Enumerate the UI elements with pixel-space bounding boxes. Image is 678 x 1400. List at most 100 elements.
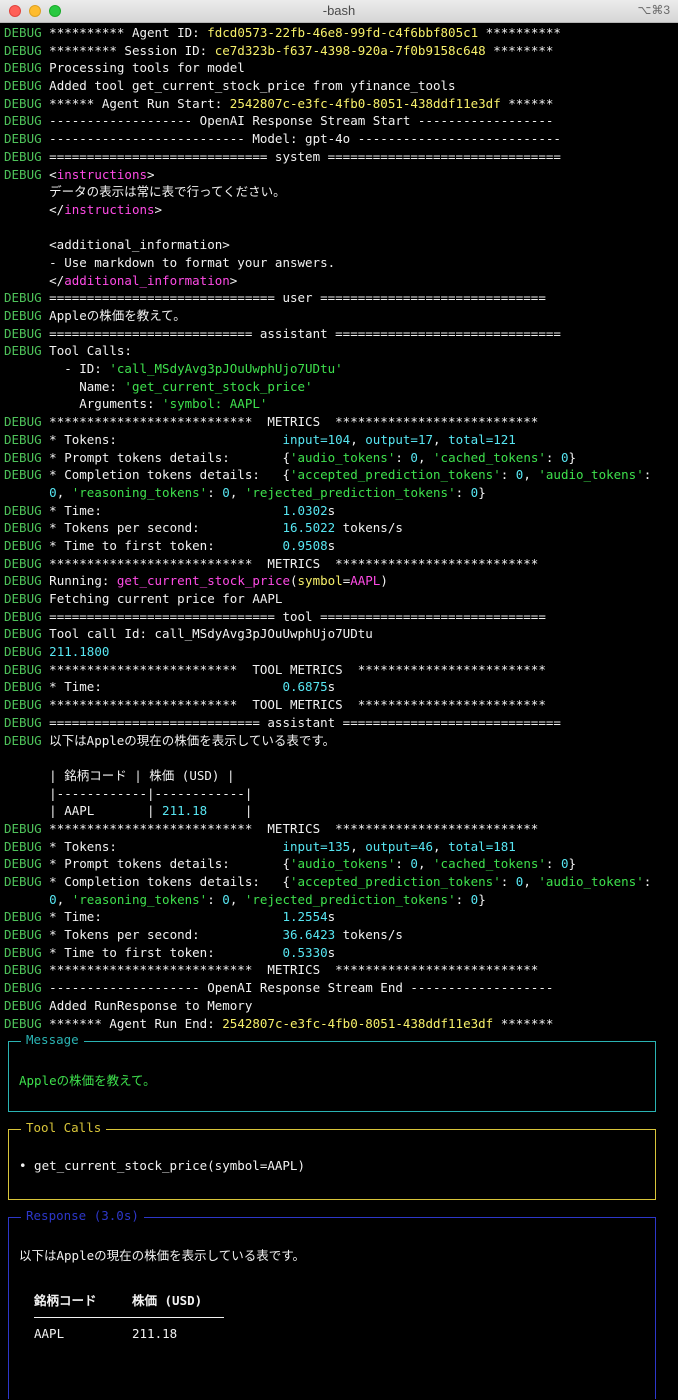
debug-tag: DEBUG [4,431,42,447]
log-text: tokens/s [335,927,403,943]
debug-tag: DEBUG [4,414,42,430]
log-text: Tool call Id: call_MSdyAvg3pJOuUwphUjo7U… [41,626,373,642]
log-text: : [207,891,223,907]
log-text: 'symbol: AAPL' [162,396,268,412]
log-text: 'cached_tokens' [433,856,546,872]
log-text: output=17 [365,431,433,447]
log-text: : [455,484,471,500]
log-line: 0, 'reasoning_tokens': 0, 'rejected_pred… [4,891,678,909]
log-line: </instructions> [4,201,678,219]
log-text: 'rejected_prediction_tokens' [244,484,456,500]
debug-tag: DEBUG [4,131,42,147]
log-text: *************************** METRICS ****… [41,414,539,430]
log-text: : [643,874,652,889]
log-text: | [207,803,253,819]
log-text: *************************** METRICS ****… [41,962,539,978]
log-line: DEBUG ============================== too… [4,608,678,626]
log-text: : [395,449,411,465]
response-table: 銘柄コード 株価 (USD) AAPL 211.18 [34,1290,224,1341]
log-text: , [523,467,539,483]
debug-tag: DEBUG [4,697,42,713]
log-text: 0 [560,449,569,465]
log-line: DEBUG ============================== use… [4,289,678,307]
log-text: instructions [64,201,155,217]
log-line: |------------|------------| [4,785,678,803]
log-line: DEBUG Added tool get_current_stock_price… [4,77,678,95]
log-line: データの表示は常に表で行ってください。 [4,183,678,201]
log-text: |------------|------------| [4,785,253,801]
response-panel: Response (3.0s) 以下はAppleの現在の株価を表示している表です… [8,1208,656,1399]
log-text: ********** Agent ID: [41,25,208,40]
log-text: AAPL [350,573,381,589]
log-line: DEBUG ****** Agent Run Start: 2542807c-e… [4,95,678,113]
debug-tag: DEBUG [4,166,42,182]
debug-tag: DEBUG [4,679,42,695]
log-text: instructions [56,166,148,182]
log-text: * Time: [41,502,283,518]
response-panel-title: Response (3.0s) [21,1208,144,1223]
log-text: 16.5022 [282,520,336,536]
debug-tag: DEBUG [4,308,42,323]
log-text: 'get_current_stock_price' [124,378,313,394]
log-text: - Use markdown to format your answers. [4,254,336,270]
log-text: | AAPL | [4,803,163,819]
log-text: 1.0302 [282,502,328,518]
log-text: , [417,449,434,465]
log-line: DEBUG Running: get_current_stock_price(s… [4,572,678,590]
log-text: s [327,537,336,553]
log-line: DEBUG 以下はAppleの現在の株価を表示している表です。 [4,732,678,750]
message-text: Appleの株価を教えて。 [19,1073,156,1088]
log-text: 36.6423 [282,927,336,943]
log-line: <additional_information> [4,236,678,254]
log-text: 'audio_tokens' [290,449,396,465]
log-text: ****** Agent Run Start: [41,95,230,111]
log-text: * Time: [41,909,283,925]
tool-calls-panel-title: Tool Calls [21,1120,107,1135]
log-line: DEBUG <instructions> [4,166,678,184]
log-text: ********** [478,25,561,40]
log-line: DEBUG -------------------- OpenAI Respon… [4,979,678,997]
terminal-log[interactable]: DEBUG ********** Agent ID: fdcd0573-22fb… [0,23,678,1032]
table-cell-symbol: AAPL [34,1326,65,1341]
log-line: DEBUG * Prompt tokens details: {'audio_t… [4,855,678,873]
log-text: } [568,449,577,465]
log-text: 0 [222,891,230,907]
log-text: ************************* TOOL METRICS *… [41,661,546,677]
log-text: 'reasoning_tokens' [71,891,208,907]
log-text: 0 [222,484,230,500]
log-line: DEBUG -------------------------- Model: … [4,130,678,148]
log-text: > [229,272,238,288]
log-text: 0 [560,856,569,872]
debug-tag: DEBUG [4,608,42,624]
log-text: </ [4,201,65,217]
debug-tag: DEBUG [4,95,42,111]
log-line: DEBUG ============================= syst… [4,148,678,166]
message-panel: Message Appleの株価を教えて。 [8,1032,656,1112]
debug-tag: DEBUG [4,555,42,571]
debug-tag: DEBUG [4,502,42,518]
debug-tag: DEBUG [4,573,42,589]
log-line: DEBUG * Tokens: input=104, output=17, to… [4,431,678,449]
log-text: : [207,484,223,500]
message-panel-title: Message [21,1032,84,1047]
log-text: * Tokens: [41,431,283,447]
log-text: 'call_MSdyAvg3pJOuUwphUjo7UDtu' [109,361,343,377]
log-text: Added tool get_current_stock_price from … [41,78,456,94]
debug-tag: DEBUG [4,732,42,748]
response-table-header: 銘柄コード 株価 (USD) [34,1290,224,1318]
log-text: 0 [49,484,57,500]
debug-tag: DEBUG [4,962,42,978]
log-text: * Completion tokens details: { [41,467,290,483]
log-text: - ID: [4,361,110,377]
log-text: * Tokens per second: [41,520,283,536]
log-text: 0.5330 [282,944,328,960]
log-text: 0 [49,891,57,907]
debug-tag: DEBUG [4,874,42,889]
log-text: 0 [410,449,418,465]
log-text: 'cached_tokens' [433,449,546,465]
log-text: , [433,838,449,854]
log-text: 'audio_tokens' [538,874,644,889]
log-text: , [417,856,434,872]
log-line: DEBUG ------------------- OpenAI Respons… [4,112,678,130]
